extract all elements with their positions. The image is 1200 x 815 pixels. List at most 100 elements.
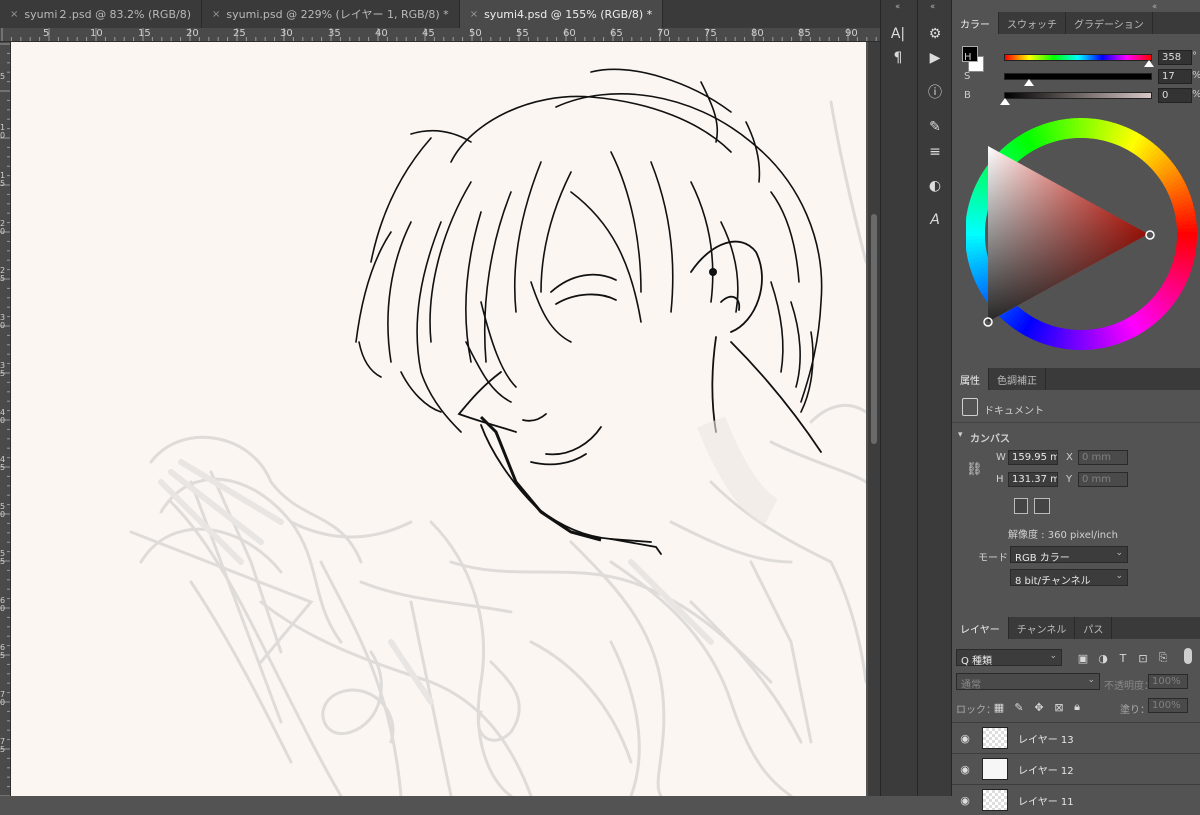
tab-paths[interactable]: パス xyxy=(1075,617,1113,639)
close-tab-icon[interactable]: × xyxy=(212,9,220,20)
color-wheel[interactable] xyxy=(966,114,1200,359)
height-input[interactable]: 131.37 mm xyxy=(1008,472,1058,487)
type-filter-icon[interactable]: T xyxy=(1116,651,1130,665)
saturation-slider-thumb[interactable] xyxy=(1024,79,1034,86)
brightness-slider-thumb[interactable] xyxy=(1000,98,1010,105)
layer-name[interactable]: レイヤー 11 xyxy=(1018,793,1074,808)
actions-icon[interactable]: ⚙ xyxy=(922,22,948,46)
character-icon[interactable]: A| xyxy=(885,22,911,46)
tab-gradients[interactable]: グラデーション xyxy=(1066,12,1153,34)
ruler-label: 4 0 xyxy=(0,408,6,425)
ruler-label: 55 xyxy=(516,28,529,39)
bit-depth-value: 8 bit/チャンネル xyxy=(1015,576,1091,587)
y-input[interactable]: 0 mm xyxy=(1078,472,1128,487)
brightness-slider[interactable] xyxy=(1004,92,1152,99)
close-tab-icon[interactable]: × xyxy=(10,9,18,20)
ruler-label: 7 5 xyxy=(0,737,6,754)
ruler-label: 1 5 xyxy=(0,171,6,188)
layer-filter-select[interactable]: Q 種類 ⌄ xyxy=(956,649,1062,667)
document-tab-active[interactable]: × syumi4.psd @ 155% (RGB/8) * xyxy=(459,0,664,28)
blend-mode-value: 通常 xyxy=(961,680,981,691)
layer-filter-value: Q 種類 xyxy=(961,656,993,667)
image-filter-icon[interactable]: ▣ xyxy=(1076,651,1090,665)
paragraph-icon[interactable]: ¶ xyxy=(885,46,911,70)
tab-properties[interactable]: 属性 xyxy=(952,368,989,390)
lock-pixels-icon[interactable]: ✎ xyxy=(1012,700,1026,714)
collapse-arrows-icon[interactable]: ‹‹ xyxy=(930,2,935,12)
ruler-label: 5 xyxy=(43,28,50,39)
bit-depth-select[interactable]: 8 bit/チャンネル ⌄ xyxy=(1010,569,1128,587)
link-icon[interactable]: ⛓ xyxy=(966,462,983,477)
layer-thumbnail xyxy=(982,758,1008,780)
ruler-label: 2 5 xyxy=(0,266,6,283)
document-tab[interactable]: × syumi２.psd @ 83.2% (RGB/8) xyxy=(0,0,203,28)
info-icon[interactable]: ⓘ xyxy=(922,80,948,104)
layer-name[interactable]: レイヤー 12 xyxy=(1018,762,1074,777)
adjustment-filter-icon[interactable]: ◑ xyxy=(1096,651,1110,665)
landscape-orientation-icon[interactable] xyxy=(1034,498,1050,514)
tab-swatches[interactable]: スウォッチ xyxy=(999,12,1066,34)
lock-position-icon[interactable]: ✥ xyxy=(1032,700,1046,714)
tab-adjustments[interactable]: 色調補正 xyxy=(989,368,1046,390)
width-input[interactable]: 159.95 mm xyxy=(1008,450,1058,465)
tab-label: syumi4.psd @ 155% (RGB/8) * xyxy=(484,7,653,21)
chevron-down-icon[interactable]: ▾ xyxy=(958,430,963,440)
hue-value[interactable]: 358 xyxy=(1158,50,1192,65)
brightness-label: B xyxy=(964,90,971,101)
horizontal-ruler[interactable]: 5 10 15 20 25 30 35 40 45 50 55 60 65 70… xyxy=(0,28,880,42)
hue-slider[interactable] xyxy=(1004,54,1152,61)
tab-layers[interactable]: レイヤー xyxy=(952,617,1009,639)
collapse-arrows-icon[interactable]: ‹‹ xyxy=(895,2,900,12)
tab-color[interactable]: カラー xyxy=(952,12,999,34)
brush-presets-icon[interactable]: ≡ xyxy=(922,140,948,164)
blend-mode-select[interactable]: 通常 ⌄ xyxy=(956,673,1100,691)
collapsed-panel-dock-1: ‹‹ A| ¶ xyxy=(880,0,917,796)
layer-name[interactable]: レイヤー 13 xyxy=(1018,731,1074,746)
ruler-label: 10 xyxy=(90,28,103,39)
glyphs-icon[interactable]: A xyxy=(922,208,948,232)
lock-transparency-icon[interactable]: ▦ xyxy=(992,700,1006,714)
fill-input[interactable]: 100% xyxy=(1148,698,1188,713)
ruler-label: 1 0 xyxy=(0,123,6,140)
brush-settings-icon[interactable]: ✎ xyxy=(922,115,948,139)
tab-channels[interactable]: チャンネル xyxy=(1009,617,1076,639)
layers-panel: Q 種類 ⌄ ▣ ◑ T ⊡ ⎘ 通常 ⌄ 不透明度： 100% ロック： ▦ … xyxy=(952,640,1200,811)
smart-object-filter-icon[interactable]: ⎘ xyxy=(1156,651,1170,665)
scrollbar-thumb[interactable] xyxy=(871,214,877,444)
x-input[interactable]: 0 mm xyxy=(1078,450,1128,465)
layer-row[interactable]: ◉ レイヤー 13 xyxy=(952,722,1200,753)
collapse-arrows-icon[interactable]: ‹‹ xyxy=(1152,2,1157,12)
hue-slider-thumb[interactable] xyxy=(1144,60,1154,67)
color-panel: H 358 ° S 17 % B 0 % xyxy=(952,34,1200,364)
filter-toggle-icon[interactable] xyxy=(1184,648,1192,664)
canvas-area[interactable] xyxy=(11,42,880,796)
saturation-value[interactable]: 17 xyxy=(1158,69,1192,84)
brightness-value[interactable]: 0 xyxy=(1158,88,1192,103)
eye-icon[interactable]: ◉ xyxy=(952,763,978,776)
fill-label: 塗り： xyxy=(1120,705,1150,716)
color-mode-select[interactable]: RGB カラー ⌄ xyxy=(1010,546,1128,564)
document-canvas[interactable] xyxy=(11,42,866,796)
vertical-scrollbar[interactable] xyxy=(868,42,880,796)
clone-source-icon[interactable]: ◐ xyxy=(922,174,948,198)
eye-icon[interactable]: ◉ xyxy=(952,794,978,807)
color-mode-value: RGB カラー xyxy=(1015,553,1070,564)
lock-all-icon[interactable]: 🔒︎ xyxy=(1070,700,1084,714)
document-tab[interactable]: × syumi.psd @ 229% (レイヤー 1, RGB/8) * xyxy=(202,0,460,28)
resolution-text: 解像度 : 360 pixel/inch xyxy=(1008,530,1118,541)
lock-artboard-icon[interactable]: ⊠ xyxy=(1052,700,1066,714)
opacity-input[interactable]: 100% xyxy=(1148,674,1188,689)
ruler-label: 20 xyxy=(186,28,199,39)
eye-icon[interactable]: ◉ xyxy=(952,732,978,745)
ruler-label: 3 5 xyxy=(0,361,6,378)
layer-row[interactable]: ◉ レイヤー 11 xyxy=(952,784,1200,815)
play-icon[interactable]: ▶ xyxy=(922,46,948,70)
vertical-ruler[interactable]: 5 1 0 1 5 2 0 2 5 3 0 3 5 4 0 4 5 5 0 5 … xyxy=(0,42,11,796)
saturation-slider-row: S 17 % xyxy=(952,69,1200,87)
ruler-label: 40 xyxy=(375,28,388,39)
close-tab-icon[interactable]: × xyxy=(470,9,478,20)
layer-row[interactable]: ◉ レイヤー 12 xyxy=(952,753,1200,784)
shape-filter-icon[interactable]: ⊡ xyxy=(1136,651,1150,665)
portrait-orientation-icon[interactable] xyxy=(1014,498,1028,514)
color-panel-tabs: カラー スウォッチ グラデーション xyxy=(952,12,1200,34)
